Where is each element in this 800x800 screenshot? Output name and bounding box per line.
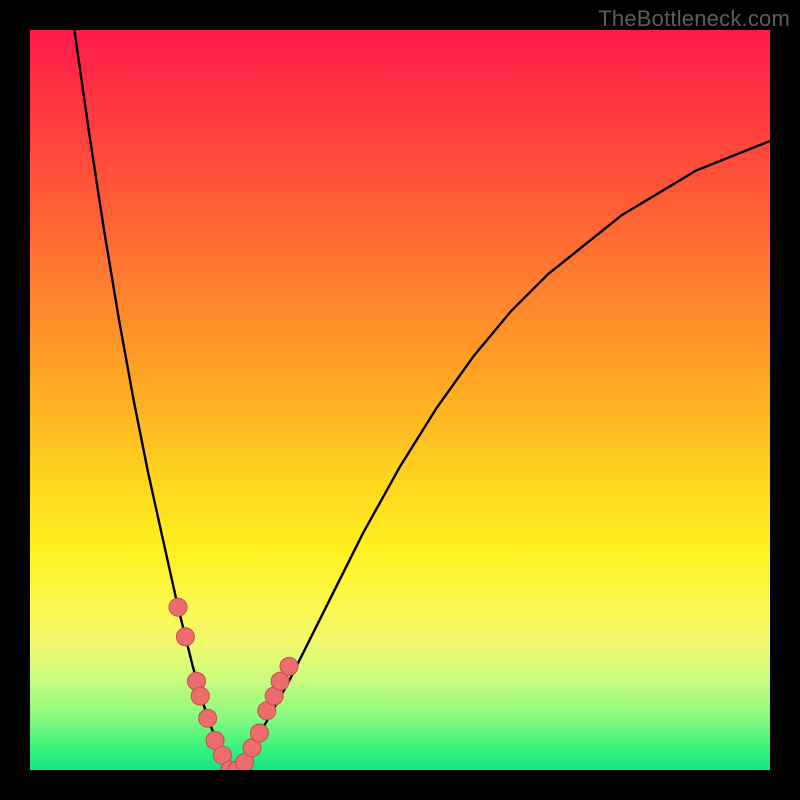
marker-point (191, 687, 209, 705)
outer-frame: TheBottleneck.com (0, 0, 800, 800)
plot-area (30, 30, 770, 770)
watermark-text: TheBottleneck.com (598, 6, 790, 32)
marker-point (250, 724, 268, 742)
marker-point (199, 709, 217, 727)
chart-svg (30, 30, 770, 770)
marker-point (169, 598, 187, 616)
marker-point (176, 628, 194, 646)
bottleneck-curve (74, 30, 770, 770)
markers-layer (169, 598, 298, 770)
curve-layer (74, 30, 770, 770)
marker-point (280, 657, 298, 675)
